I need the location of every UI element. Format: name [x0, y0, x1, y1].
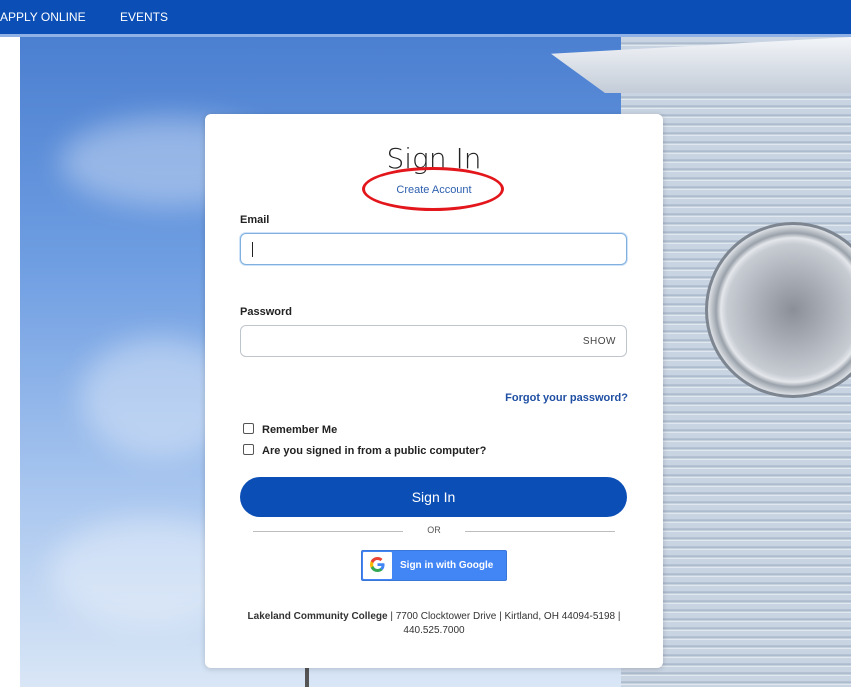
building-canopy	[551, 37, 851, 93]
public-computer-label: Are you signed in from a public computer…	[262, 445, 487, 457]
lamp-pole	[305, 665, 309, 687]
google-logo-icon	[370, 557, 385, 572]
nav-apply-online-link[interactable]: APPLY ONLINE	[0, 10, 86, 24]
remember-me-checkbox[interactable]	[243, 423, 254, 434]
or-text: OR	[427, 525, 441, 535]
divider-line-right	[465, 531, 615, 532]
footer-address-text: | 7700 Clocktower Drive | Kirtland, OH 4…	[387, 611, 621, 636]
red-annotation-circle	[362, 167, 504, 211]
show-password-toggle[interactable]: SHOW	[583, 336, 616, 347]
email-label: Email	[240, 214, 270, 226]
remember-me-row[interactable]: Remember Me	[243, 423, 337, 436]
public-computer-checkbox[interactable]	[243, 444, 254, 455]
email-field[interactable]	[240, 233, 627, 265]
public-computer-row[interactable]: Are you signed in from a public computer…	[243, 444, 486, 457]
footer-college-name: Lakeland Community College	[247, 611, 388, 622]
google-button-label: Sign in with Google	[400, 560, 494, 571]
password-field[interactable]: SHOW	[240, 325, 627, 357]
password-label: Password	[240, 306, 292, 318]
sign-in-button[interactable]: Sign In	[240, 477, 627, 517]
or-divider: OR	[253, 523, 615, 539]
forgot-password-link[interactable]: Forgot your password?	[505, 392, 628, 404]
remember-me-label: Remember Me	[262, 424, 338, 436]
top-navigation-bar: APPLY ONLINE EVENTS	[0, 0, 851, 37]
sign-in-card: Sign In Create Account Email Password SH…	[205, 114, 663, 668]
nav-events-link[interactable]: EVENTS	[120, 10, 168, 24]
text-caret	[252, 242, 253, 257]
google-g-icon	[363, 552, 392, 579]
google-sign-in-button[interactable]: Sign in with Google	[361, 550, 507, 581]
footer-address: Lakeland Community College | 7700 Clockt…	[235, 610, 633, 638]
